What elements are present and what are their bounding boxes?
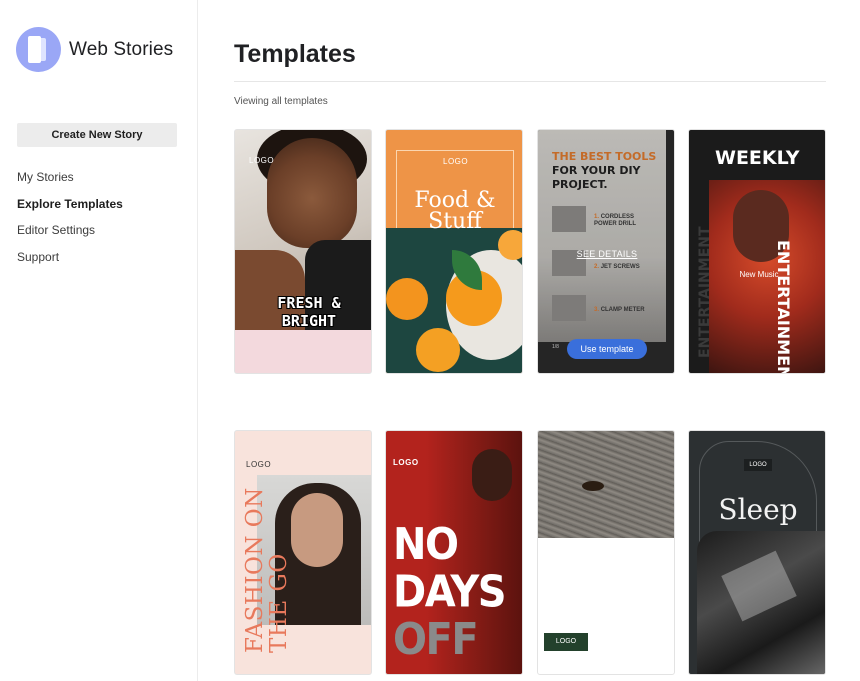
template-photo-eye <box>582 481 604 491</box>
template-card-elephant[interactable]: LOGO <box>537 430 675 675</box>
template-headline: FRESH & BRIGHT <box>277 294 341 330</box>
template-headline: Food & Stuff <box>414 188 496 234</box>
page-indicator: 1/8 <box>552 344 559 350</box>
template-logo: LOGO <box>544 633 588 651</box>
template-photo-face <box>267 138 357 248</box>
sidebar-item-my-stories[interactable]: My Stories <box>17 169 123 196</box>
template-logo: LOGO <box>443 157 469 166</box>
brand-title: Web Stories <box>69 38 174 60</box>
web-stories-logo-icon <box>16 27 61 72</box>
see-details-link[interactable]: SEE DETAILS <box>538 249 674 259</box>
template-card-best-tools[interactable]: THE BEST TOOLS FOR YOUR DIY PROJECT. 1. … <box>537 129 675 374</box>
headline-line: NO <box>393 519 459 570</box>
template-card-weekly-entertainment[interactable]: WEEKLY ENTERTAINMENT ENTERTAINMENT New M… <box>688 129 826 374</box>
viewing-label: Viewing all templates <box>234 96 328 107</box>
template-photo-face <box>291 493 343 567</box>
use-template-button[interactable]: Use template <box>567 339 647 359</box>
template-side-text-left: ENTERTAINMENT <box>697 226 713 358</box>
template-photo-orange <box>498 230 522 260</box>
sidebar: Web Stories Create New Story My Stories … <box>0 0 198 681</box>
template-logo: LOGO <box>744 459 772 471</box>
template-card-fashion[interactable]: LOGO FASHION ON THE GO <box>234 430 372 675</box>
title-divider <box>234 81 826 82</box>
new-music-badge: New Music <box>739 270 779 279</box>
page-title: Templates <box>234 40 356 68</box>
logo-card-front <box>28 36 41 63</box>
sidebar-nav: My Stories Explore Templates Editor Sett… <box>17 169 123 275</box>
template-logo: LOGO <box>246 460 272 469</box>
brand[interactable]: Web Stories <box>16 27 173 72</box>
template-logo: LOGO <box>249 156 275 165</box>
template-headline: Sleep <box>718 493 798 526</box>
template-headline: WEEKLY <box>715 147 800 169</box>
template-card-no-days-off[interactable]: LOGO NO DAYS OFF <box>385 430 523 675</box>
sidebar-item-editor-settings[interactable]: Editor Settings <box>17 222 123 249</box>
template-photo-orange <box>386 278 428 320</box>
create-new-story-button[interactable]: Create New Story <box>17 123 177 147</box>
sidebar-item-explore-templates[interactable]: Explore Templates <box>17 196 123 223</box>
template-logo: LOGO <box>393 458 419 467</box>
headline-line: DAYS <box>393 567 507 618</box>
template-side-text-right: ENTERTAINMENT <box>774 240 793 374</box>
main-content: Templates Viewing all templates LOGO FRE… <box>198 0 860 681</box>
web-stories-dashboard: Web Stories Create New Story My Stories … <box>0 0 860 681</box>
template-headline: FASHION ON THE GO <box>242 487 292 653</box>
template-card-fresh-bright[interactable]: LOGO FRESH & BRIGHT <box>234 129 372 374</box>
template-card-sleep[interactable]: LOGO Sleep <box>688 430 826 675</box>
template-photo-face <box>472 449 512 501</box>
template-photo-orange <box>416 328 460 372</box>
template-headline: NO DAYS OFF <box>393 519 507 665</box>
template-card-food-stuff[interactable]: LOGO Food & Stuff <box>385 129 523 374</box>
template-photo <box>538 431 674 538</box>
headline-line: OFF <box>393 614 479 665</box>
sidebar-item-support[interactable]: Support <box>17 249 123 276</box>
